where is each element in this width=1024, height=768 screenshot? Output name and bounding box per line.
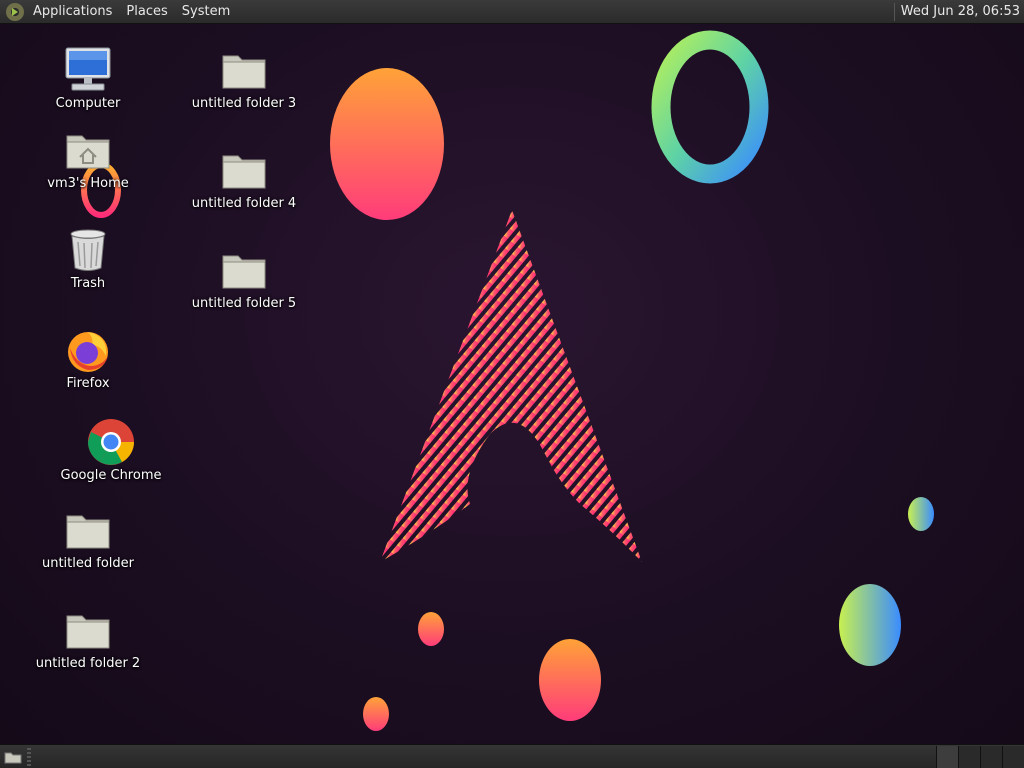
clock-applet[interactable]: Wed Jun 28, 06:53 <box>893 0 1024 24</box>
panel-separator <box>893 2 895 21</box>
trash-icon <box>64 226 112 274</box>
wallpaper <box>81 30 934 731</box>
folder-icon <box>220 146 268 194</box>
firefox-icon <box>64 326 112 374</box>
gradient-ring <box>651 30 769 184</box>
home-desktop-icon[interactable]: vm3's Home <box>23 126 153 191</box>
panel-handle[interactable] <box>27 747 31 766</box>
tiny-orange-orb <box>363 697 389 731</box>
system-menu[interactable]: System <box>175 0 237 24</box>
applications-menu[interactable]: Applications <box>26 0 119 24</box>
folder-label: untitled folder 5 <box>191 296 297 311</box>
untitled-folder-4-icon[interactable]: untitled folder 4 <box>179 146 309 211</box>
workspace-1[interactable] <box>936 745 958 768</box>
folder-icon <box>64 606 112 654</box>
computer-label: Computer <box>55 96 121 111</box>
trash-label: Trash <box>70 276 106 291</box>
small-blue-orb <box>908 497 934 531</box>
folder-label: untitled folder 4 <box>191 196 297 211</box>
workspace-4[interactable] <box>1002 745 1024 768</box>
workspace-2[interactable] <box>958 745 980 768</box>
folder-label: untitled folder 2 <box>35 656 141 671</box>
blue-orb <box>839 584 901 666</box>
desktop[interactable]: Computer vm3's Home Trash Firefox Google… <box>0 24 1024 744</box>
chrome-icon <box>87 418 135 466</box>
places-menu[interactable]: Places <box>119 0 174 24</box>
folder-label: untitled folder <box>41 556 134 571</box>
chrome-label: Google Chrome <box>60 468 162 483</box>
untitled-folder-5-icon[interactable]: untitled folder 5 <box>179 246 309 311</box>
clock-label[interactable]: Wed Jun 28, 06:53 <box>901 4 1024 19</box>
orange-orb <box>330 68 444 220</box>
firefox-label: Firefox <box>66 376 110 391</box>
medium-orange-orb <box>539 639 601 721</box>
folder-icon <box>220 246 268 294</box>
computer-desktop-icon[interactable]: Computer <box>23 46 153 111</box>
untitled-folder-2-icon[interactable]: untitled folder 2 <box>23 606 153 671</box>
folder-icon <box>220 46 268 94</box>
top-panel: Applications Places System Wed Jun 28, 0… <box>0 0 1024 24</box>
untitled-folder-icon[interactable]: untitled folder <box>23 506 153 571</box>
trash-desktop-icon[interactable]: Trash <box>23 226 153 291</box>
computer-icon <box>64 46 112 94</box>
folder-icon <box>64 506 112 554</box>
arch-logo <box>380 210 642 562</box>
folder-label: untitled folder 3 <box>191 96 297 111</box>
show-desktop-button[interactable] <box>3 748 23 766</box>
show-desktop-icon <box>4 752 22 763</box>
small-orange-orb <box>418 612 444 646</box>
firefox-desktop-icon[interactable]: Firefox <box>23 326 153 391</box>
workspace-3[interactable] <box>980 745 1002 768</box>
untitled-folder-3-icon[interactable]: untitled folder 3 <box>179 46 309 111</box>
mate-logo-icon[interactable] <box>6 2 24 21</box>
chrome-desktop-icon[interactable]: Google Chrome <box>46 418 176 483</box>
bottom-panel <box>0 744 1024 768</box>
workspace-switcher <box>936 745 1024 768</box>
home-folder-icon <box>64 126 112 174</box>
home-label: vm3's Home <box>47 176 129 191</box>
